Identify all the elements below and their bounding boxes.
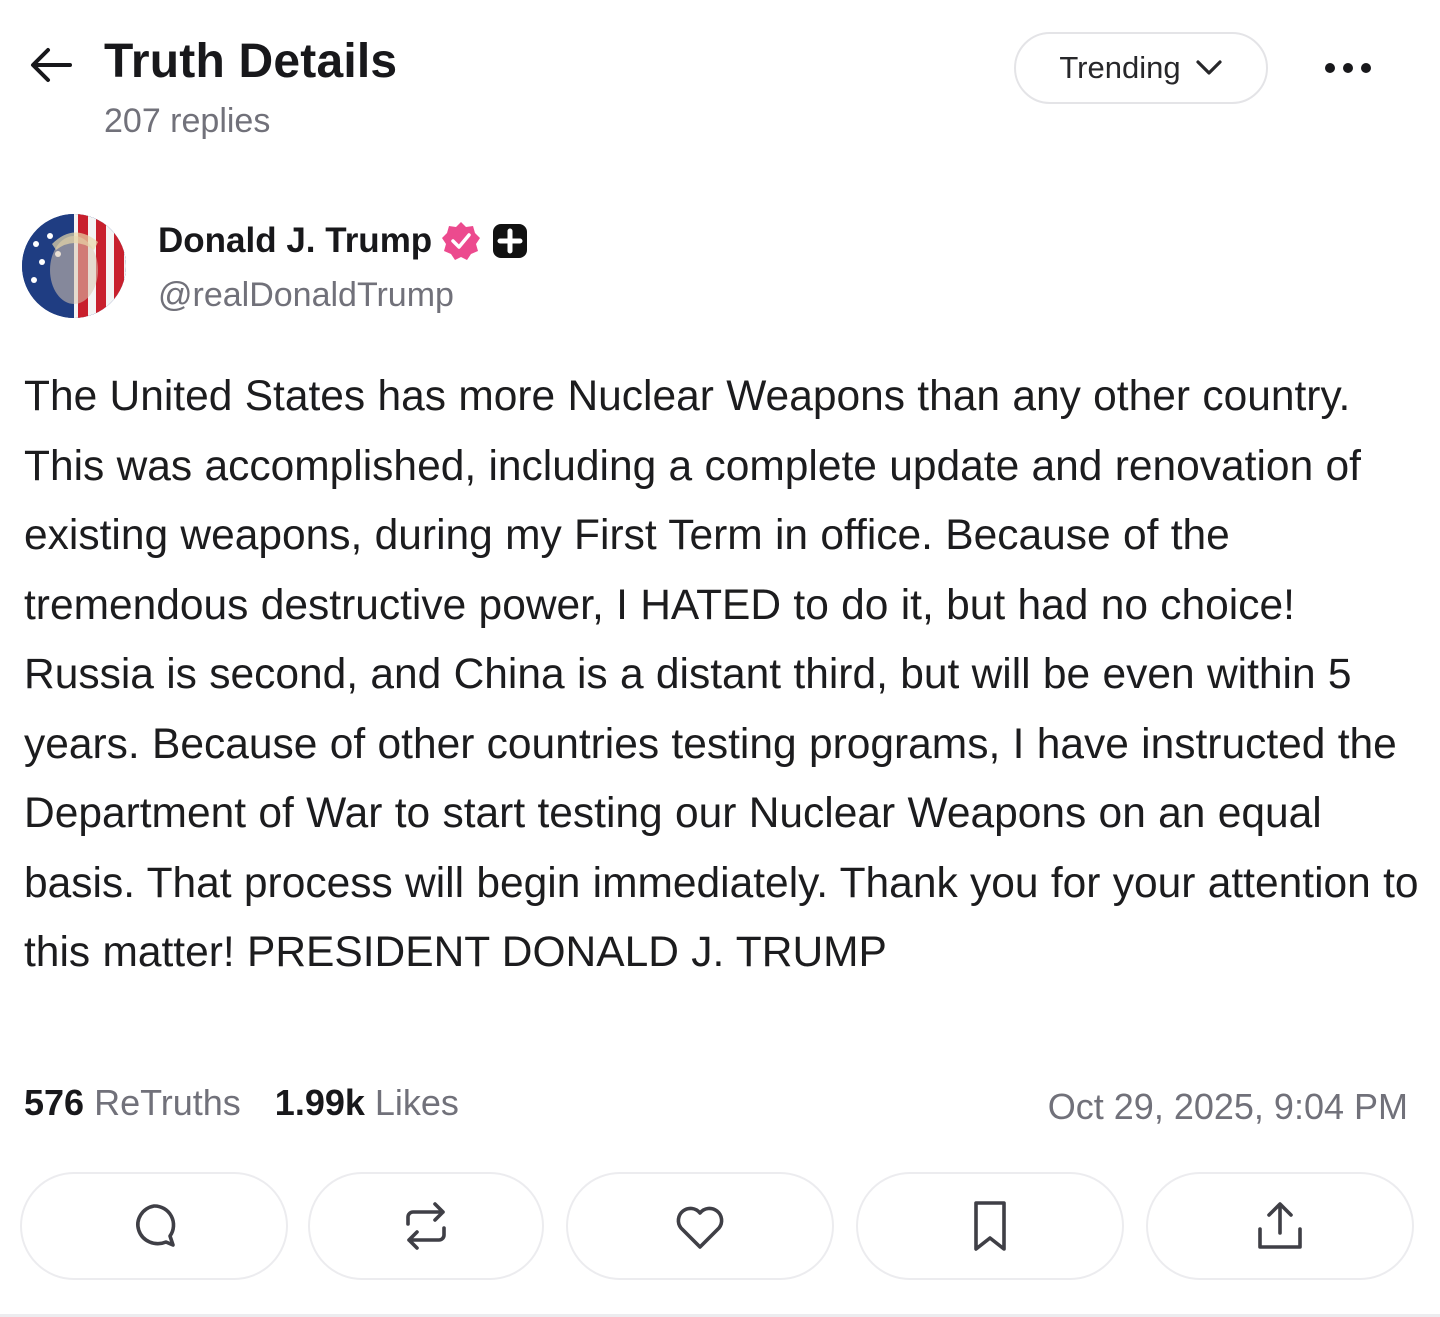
bookmark-icon bbox=[974, 1201, 1006, 1251]
more-options-button[interactable] bbox=[1318, 44, 1378, 92]
likes-label: Likes bbox=[374, 1082, 459, 1123]
avatar-flag-portrait bbox=[22, 214, 126, 318]
plus-badge-icon bbox=[493, 224, 528, 258]
verified-badge-icon bbox=[442, 222, 481, 260]
back-button[interactable] bbox=[22, 36, 80, 94]
likes-stat[interactable]: 1.99k Likes bbox=[275, 1082, 459, 1124]
retruth-button[interactable] bbox=[308, 1172, 544, 1280]
page-title: Truth Details bbox=[104, 35, 398, 88]
repost-icon bbox=[406, 1202, 446, 1250]
bookmark-button[interactable] bbox=[856, 1172, 1124, 1280]
retruths-label: ReTruths bbox=[94, 1082, 241, 1123]
comment-icon bbox=[136, 1204, 176, 1247]
heart-icon bbox=[676, 1206, 724, 1249]
post-timestamp: Oct 29, 2025, 9:04 PM bbox=[1047, 1086, 1408, 1127]
sort-dropdown[interactable]: Trending bbox=[1014, 32, 1268, 104]
reply-button[interactable] bbox=[20, 1172, 288, 1280]
avatar[interactable] bbox=[22, 214, 126, 318]
share-icon bbox=[1258, 1202, 1302, 1249]
arrow-left-icon bbox=[31, 48, 72, 82]
post-text: The United States has more Nuclear Weapo… bbox=[24, 373, 1419, 976]
author-name-row[interactable]: Donald J. Trump bbox=[158, 220, 530, 262]
author-name: Donald J. Trump bbox=[158, 221, 433, 260]
retruths-stat[interactable]: 576 ReTruths bbox=[24, 1082, 241, 1124]
likes-count: 1.99k bbox=[274, 1082, 365, 1123]
more-horizontal-icon bbox=[1325, 63, 1371, 73]
post-stats: 576 ReTruths 1.99k Likes bbox=[24, 1082, 459, 1124]
sort-label: Trending bbox=[1059, 50, 1181, 85]
chevron-down-icon bbox=[1195, 60, 1222, 75]
retruths-count: 576 bbox=[24, 1082, 85, 1123]
share-button[interactable] bbox=[1146, 1172, 1414, 1280]
author-handle[interactable]: @realDonaldTrump bbox=[158, 276, 454, 315]
reply-count: 207 replies bbox=[104, 102, 271, 140]
like-button[interactable] bbox=[566, 1172, 834, 1280]
truth-details-page: Truth Details 207 replies Trending Donal… bbox=[0, 0, 1440, 1317]
